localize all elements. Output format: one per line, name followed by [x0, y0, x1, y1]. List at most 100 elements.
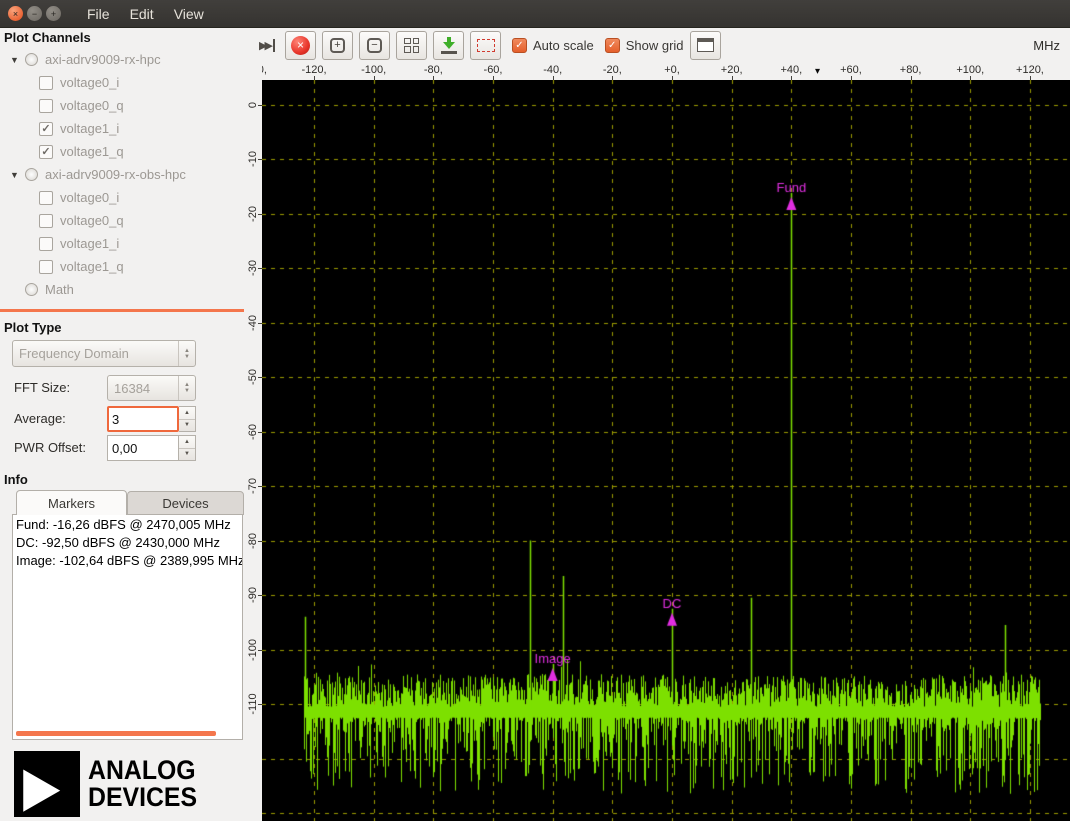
checkbox-checked-icon: ✓	[512, 38, 527, 53]
minimize-icon: −	[32, 9, 37, 19]
horizontal-scrollbar[interactable]	[16, 731, 216, 736]
show-grid-label: Show grid	[626, 38, 684, 53]
x-tick-label: +40,	[780, 64, 802, 76]
checkbox-unchecked-icon[interactable]	[39, 260, 53, 274]
tree-channel-row[interactable]: voltage0_q	[0, 94, 244, 117]
spin-down-button[interactable]: ▼	[179, 420, 195, 432]
channel-label: voltage1_i	[60, 121, 119, 136]
spin-up-button[interactable]: ▲	[179, 407, 195, 420]
plot-type-combobox[interactable]: Frequency Domain ▲▼	[12, 340, 196, 367]
device-label: axi-adrv9009-rx-hpc	[45, 52, 161, 67]
tree-channel-row[interactable]: voltage1_i	[0, 232, 244, 255]
save-capture-button[interactable]	[433, 31, 464, 60]
device-label: axi-adrv9009-rx-obs-hpc	[45, 167, 186, 182]
capture-toolbar: ▶▶ × + − ✓ Auto scale ✓ Show grid MHz	[247, 28, 1070, 62]
expander-icon[interactable]: ▼	[10, 170, 22, 180]
axis-unit-label: MHz	[1033, 38, 1060, 53]
selection-rect-icon	[477, 39, 495, 52]
checkbox-unchecked-icon[interactable]	[39, 237, 53, 251]
show-grid-checkbox[interactable]: ✓ Show grid	[605, 38, 684, 53]
analog-devices-logo: ANALOG DEVICES	[14, 751, 207, 817]
pwr-offset-input[interactable]	[107, 435, 179, 461]
zoom-in-button[interactable]: +	[322, 31, 353, 60]
plot-type-value: Frequency Domain	[13, 341, 178, 366]
marker-info-panel[interactable]: Fund: -16,26 dBFS @ 2470,005 MHzDC: -92,…	[12, 514, 243, 740]
x-tick-label: +120,	[1016, 64, 1044, 76]
adi-logo-icon	[14, 751, 80, 817]
device-radio[interactable]	[25, 283, 38, 296]
plot-row: 0-10-20-30-40-50-60-70-80-90-100-110	[247, 80, 1070, 821]
spin-down-button[interactable]: ▼	[179, 449, 195, 461]
channel-label: voltage0_q	[60, 98, 124, 113]
x-tick-label: +0,	[664, 64, 680, 76]
checkbox-checked-icon[interactable]: ✓	[39, 122, 53, 136]
menu-edit[interactable]: Edit	[120, 0, 164, 27]
channel-label: voltage0_i	[60, 190, 119, 205]
channel-label: voltage1_q	[60, 259, 124, 274]
new-plot-button[interactable]	[690, 31, 721, 60]
tree-channel-row[interactable]: ✓voltage1_q	[0, 140, 244, 163]
selection-button[interactable]	[470, 31, 501, 60]
average-label: Average:	[14, 411, 66, 426]
tree-channel-row[interactable]: voltage0_i	[0, 71, 244, 94]
window-maximize-button[interactable]: +	[46, 6, 61, 21]
menu-file[interactable]: File	[77, 0, 120, 27]
tree-channel-row[interactable]: voltage0_q	[0, 209, 244, 232]
checkbox-unchecked-icon[interactable]	[39, 99, 53, 113]
tree-channel-row[interactable]: voltage0_i	[0, 186, 244, 209]
menubar: × − + File Edit View	[0, 0, 1070, 28]
tree-channel-row[interactable]: voltage1_q	[0, 255, 244, 278]
fft-size-combobox[interactable]: 16384 ▲▼	[107, 375, 196, 401]
combo-arrows-icon: ▲▼	[178, 341, 195, 366]
tree-device-row[interactable]: ▼ axi-adrv9009-rx-hpc	[0, 48, 244, 71]
menu-view[interactable]: View	[164, 0, 214, 27]
x-tick-label: -120,	[301, 64, 326, 76]
auto-scale-label: Auto scale	[533, 38, 594, 53]
zoom-fit-button[interactable]	[396, 31, 427, 60]
axis-marker-indicator: ▾	[815, 66, 820, 77]
device-radio[interactable]	[25, 53, 38, 66]
window-close-button[interactable]: ×	[8, 6, 23, 21]
combo-arrows-icon: ▲▼	[178, 376, 195, 400]
tree-device-row[interactable]: Math	[0, 278, 244, 301]
fft-size-value: 16384	[108, 376, 178, 400]
info-title: Info	[4, 472, 28, 487]
x-tick-label: +20,	[721, 64, 743, 76]
x-tick-label: -20,	[603, 64, 622, 76]
device-radio[interactable]	[25, 168, 38, 181]
main-area: Plot Channels ▼axi-adrv9009-rx-hpcvoltag…	[0, 28, 1070, 821]
spectrum-canvas[interactable]	[262, 80, 1070, 821]
plot-section: ▶▶ × + − ✓ Auto scale ✓ Show grid MHz	[247, 28, 1070, 821]
channel-label: voltage0_q	[60, 213, 124, 228]
x-tick-label: +80,	[900, 64, 922, 76]
checkbox-unchecked-icon[interactable]	[39, 191, 53, 205]
auto-scale-checkbox[interactable]: ✓ Auto scale	[512, 38, 594, 53]
x-tick-label: -140,	[262, 64, 267, 76]
adi-logo-text: ANALOG DEVICES	[88, 757, 197, 811]
tree-device-row[interactable]: ▼ axi-adrv9009-rx-obs-hpc	[0, 163, 244, 186]
stop-capture-button[interactable]: ×	[285, 31, 316, 60]
marker-info-text: Fund: -16,26 dBFS @ 2470,005 MHzDC: -92,…	[13, 515, 242, 569]
zoom-out-icon: −	[367, 38, 382, 53]
tree-channel-row[interactable]: ✓ voltage1_i	[0, 117, 244, 140]
marker-info-line: DC: -92,50 dBFS @ 2430,000 MHz	[13, 533, 242, 551]
plot-type-title: Plot Type	[4, 320, 62, 335]
tab-markers[interactable]: Markers	[16, 490, 127, 515]
checkbox-unchecked-icon[interactable]	[39, 76, 53, 90]
checkbox-checked-icon[interactable]: ✓	[39, 145, 53, 159]
checkbox-unchecked-icon[interactable]	[39, 214, 53, 228]
stop-icon: ×	[291, 36, 310, 55]
capture-play-button[interactable]: ▶▶	[255, 39, 279, 52]
y-axis: 0-10-20-30-40-50-60-70-80-90-100-110	[247, 80, 262, 821]
channel-label: voltage1_i	[60, 236, 119, 251]
plot-channels-tree[interactable]: ▼ axi-adrv9009-rx-hpc voltage0_i voltage0_q…	[0, 48, 244, 306]
x-tick-label: +100,	[956, 64, 984, 76]
marker-info-line: Fund: -16,26 dBFS @ 2470,005 MHz	[13, 515, 242, 533]
window-controls: × − +	[8, 6, 61, 21]
spin-up-button[interactable]: ▲	[179, 436, 195, 449]
window-minimize-button[interactable]: −	[27, 6, 42, 21]
zoom-out-button[interactable]: −	[359, 31, 390, 60]
expander-icon[interactable]: ▼	[10, 55, 22, 65]
tab-devices[interactable]: Devices	[127, 491, 244, 515]
average-input[interactable]	[107, 406, 179, 432]
